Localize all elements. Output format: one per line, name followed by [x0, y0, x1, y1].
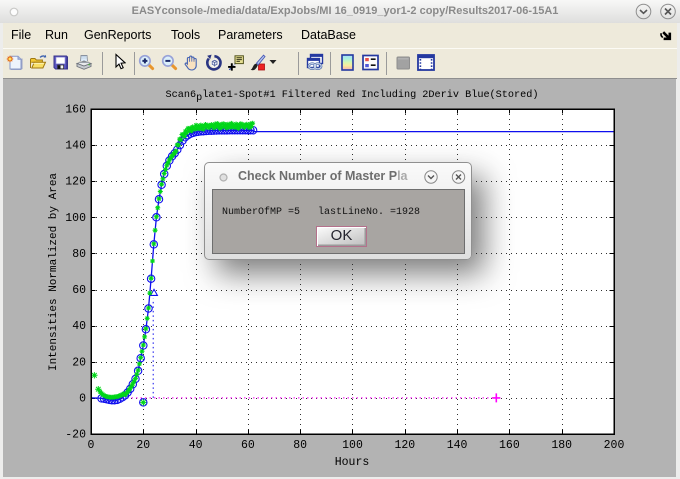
- svg-text:80: 80: [72, 248, 86, 261]
- svg-text:-20: -20: [65, 429, 86, 442]
- svg-text:160: 160: [65, 104, 86, 117]
- svg-text:20: 20: [72, 356, 86, 369]
- svg-text:40: 40: [72, 320, 86, 333]
- svg-text:180: 180: [551, 439, 572, 452]
- svg-text:160: 160: [499, 439, 520, 452]
- svg-text:40: 40: [189, 439, 203, 452]
- svg-text:Hours: Hours: [335, 456, 370, 469]
- svg-text:100: 100: [65, 212, 86, 225]
- svg-text:140: 140: [447, 439, 468, 452]
- svg-text:120: 120: [394, 439, 415, 452]
- svg-text:60: 60: [241, 439, 255, 452]
- svg-text:200: 200: [604, 439, 625, 452]
- svg-text:Intensities Normalized by Area: Intensities Normalized by Area: [48, 173, 60, 371]
- svg-text:120: 120: [65, 176, 86, 189]
- svg-text:140: 140: [65, 140, 86, 153]
- svg-text:0: 0: [88, 439, 95, 452]
- svg-text:100: 100: [342, 439, 363, 452]
- svg-text:Scan6plate1-Spot#1 Filtered Re: Scan6plate1-Spot#1 Filtered Red Includin…: [166, 89, 539, 104]
- svg-text:20: 20: [136, 439, 150, 452]
- svg-text:0: 0: [79, 392, 86, 405]
- svg-text:60: 60: [72, 284, 86, 297]
- svg-text:80: 80: [293, 439, 307, 452]
